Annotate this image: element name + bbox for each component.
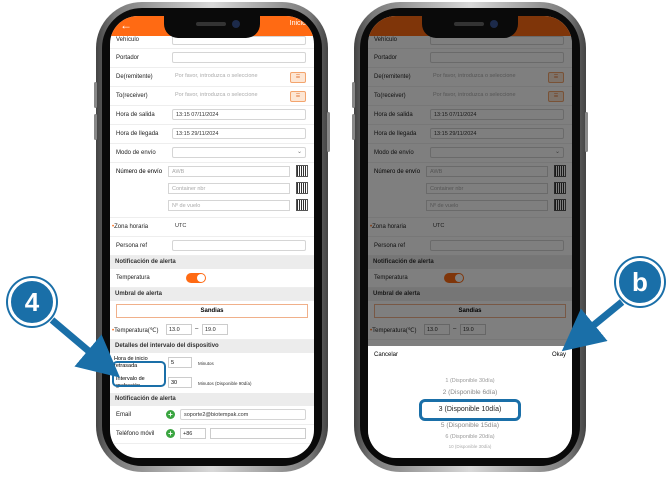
phone-code-input[interactable]: +86 — [180, 428, 206, 439]
awb-input[interactable]: AWB — [168, 166, 290, 177]
mode-label: Modo de envío — [116, 150, 156, 156]
range-dash: – — [195, 326, 199, 332]
ref-person-label: Persona ref — [116, 243, 148, 249]
carrier-input[interactable] — [172, 52, 306, 63]
temp-max-input[interactable]: 19.0 — [202, 324, 228, 335]
left-screen: ← Inicio Vehículo Portador De(remitente)… — [110, 16, 314, 458]
barcode-scan-icon[interactable] — [296, 182, 308, 194]
callout-step-4: 4 — [8, 278, 56, 326]
volume-button — [94, 82, 97, 108]
ref-person-input[interactable] — [172, 240, 306, 251]
sender-input[interactable]: Por favor, introduzca o seleccione — [172, 71, 288, 82]
picker-option[interactable]: 6 (Disponible 20día) — [368, 434, 572, 440]
email-label: Email — [116, 412, 132, 418]
phone-row: Teléfono móvil + +86 — [110, 425, 314, 444]
interval-picker-sheet: Cancelar Okay 1 (Disponible 30día) 2 (Di… — [368, 346, 572, 458]
receiver-row: To(receiver) Por favor, introduzca o sele… — [110, 87, 314, 106]
left-notch — [164, 16, 260, 38]
right-phone-bezel: Vehículo Portador De(remitente)Por favor… — [360, 8, 580, 466]
cancel-button[interactable]: Cancelar — [374, 352, 398, 358]
sender-label: De(remitente) — [116, 74, 153, 80]
arrival-row: Hora de llegada 13:15 29/11/2024 — [110, 125, 314, 144]
temperature-toggle[interactable] — [186, 273, 206, 283]
volume-button — [94, 114, 97, 140]
barcode-scan-icon[interactable] — [296, 165, 308, 177]
vehicle-label: Vehículo — [116, 37, 140, 43]
home-link[interactable]: Inicio — [290, 20, 306, 27]
shipment-number-block: Número de envío AWB Container nbr Nº de … — [110, 163, 314, 218]
right-phone-frame: Vehículo Portador De(remitente)Por favor… — [352, 2, 588, 472]
power-button — [585, 112, 588, 152]
timezone-label: •Zona horaria — [112, 224, 149, 230]
phone-label: Teléfono móvil — [116, 431, 155, 437]
mode-row: Modo de envío ⌄ — [110, 144, 314, 163]
product-sandias[interactable]: Sandias — [116, 304, 308, 318]
left-phone-bezel: ← Inicio Vehículo Portador De(remitente)… — [102, 8, 322, 466]
receiver-picker-icon[interactable]: ☰ — [290, 91, 306, 102]
add-email-icon[interactable]: + — [166, 410, 175, 419]
section-alert-notification: Notificación de alerta — [110, 256, 314, 269]
picker-option[interactable]: 10 (Disponible 30día) — [368, 444, 572, 449]
chevron-down-icon: ⌄ — [296, 149, 302, 155]
volume-button — [352, 82, 355, 108]
camera-icon — [490, 20, 498, 28]
container-input[interactable]: Container nbr — [168, 183, 290, 194]
mode-select[interactable] — [172, 147, 306, 158]
timezone-value[interactable]: UTC — [172, 221, 306, 232]
ref-person-row: Persona ref — [110, 237, 314, 256]
sender-picker-icon[interactable]: ☰ — [290, 72, 306, 83]
arrival-label: Hora de llegada — [116, 131, 159, 137]
right-notch — [422, 16, 518, 38]
carrier-row: Portador — [110, 49, 314, 68]
add-phone-icon[interactable]: + — [166, 429, 175, 438]
record-interval-unit: Minutos (Disponible 90día) — [198, 381, 252, 386]
departure-input[interactable]: 13:15 07/11/2024 — [172, 109, 306, 120]
temp-range-row: •Temperatura(℃) 13.0 – 19.0 — [110, 321, 314, 340]
receiver-input[interactable]: Por favor, introduzca o seleccione — [172, 90, 288, 101]
callout-step-b: b — [616, 258, 664, 306]
okay-button[interactable]: Okay — [552, 352, 566, 358]
interval-highlight-box — [112, 361, 166, 387]
phone-number-input[interactable] — [210, 428, 306, 439]
email-input[interactable]: soporte2@biotempak.com — [180, 409, 306, 420]
section-device-interval: Detalles del intervalo del dispositivo — [110, 340, 314, 353]
picker-option[interactable]: 5 (Disponible 15día) — [368, 422, 572, 429]
record-interval-input[interactable]: 30 — [168, 377, 192, 388]
start-delay-unit: Minutos — [198, 361, 214, 366]
carrier-label: Portador — [116, 55, 140, 61]
sender-row: De(remitente) Por favor, introduzca o sel… — [110, 68, 314, 87]
receiver-label: To(receiver) — [116, 93, 148, 99]
picker-option[interactable]: 1 (Disponible 30día) — [368, 378, 572, 384]
email-row: Email + soporte2@biotempak.com — [110, 406, 314, 425]
flight-input[interactable]: Nº de vuelo — [168, 200, 290, 211]
left-phone-frame: ← Inicio Vehículo Portador De(remitente)… — [94, 2, 330, 472]
volume-button — [352, 114, 355, 140]
camera-icon — [232, 20, 240, 28]
departure-label: Hora de salida — [116, 112, 155, 118]
temperature-label: Temperatura — [116, 275, 150, 281]
temperature-toggle-row: Temperatura — [110, 269, 314, 288]
timezone-row: •Zona horaria UTC — [110, 218, 314, 237]
back-arrow-icon[interactable]: ← — [120, 18, 132, 32]
shipment-number-label: Número de envío — [116, 169, 163, 175]
temp-min-input[interactable]: 13.0 — [166, 324, 192, 335]
barcode-scan-icon[interactable] — [296, 199, 308, 211]
power-button — [327, 112, 330, 152]
temp-range-label: •Temperatura(℃) — [112, 328, 159, 334]
arrival-input[interactable]: 13:15 29/11/2024 — [172, 128, 306, 139]
picker-option[interactable]: 2 (Disponible 6día) — [368, 389, 572, 396]
section-alert-notification-2: Notificación de alerta — [110, 393, 314, 406]
section-alert-threshold: Umbral de alerta — [110, 288, 314, 301]
departure-row: Hora de salida 13:15 07/11/2024 — [110, 106, 314, 125]
right-screen: Vehículo Portador De(remitente)Por favor… — [368, 16, 572, 458]
start-delay-input[interactable]: 5 — [168, 357, 192, 368]
picker-selected-option[interactable]: 3 (Disponible 10día) — [419, 399, 521, 421]
